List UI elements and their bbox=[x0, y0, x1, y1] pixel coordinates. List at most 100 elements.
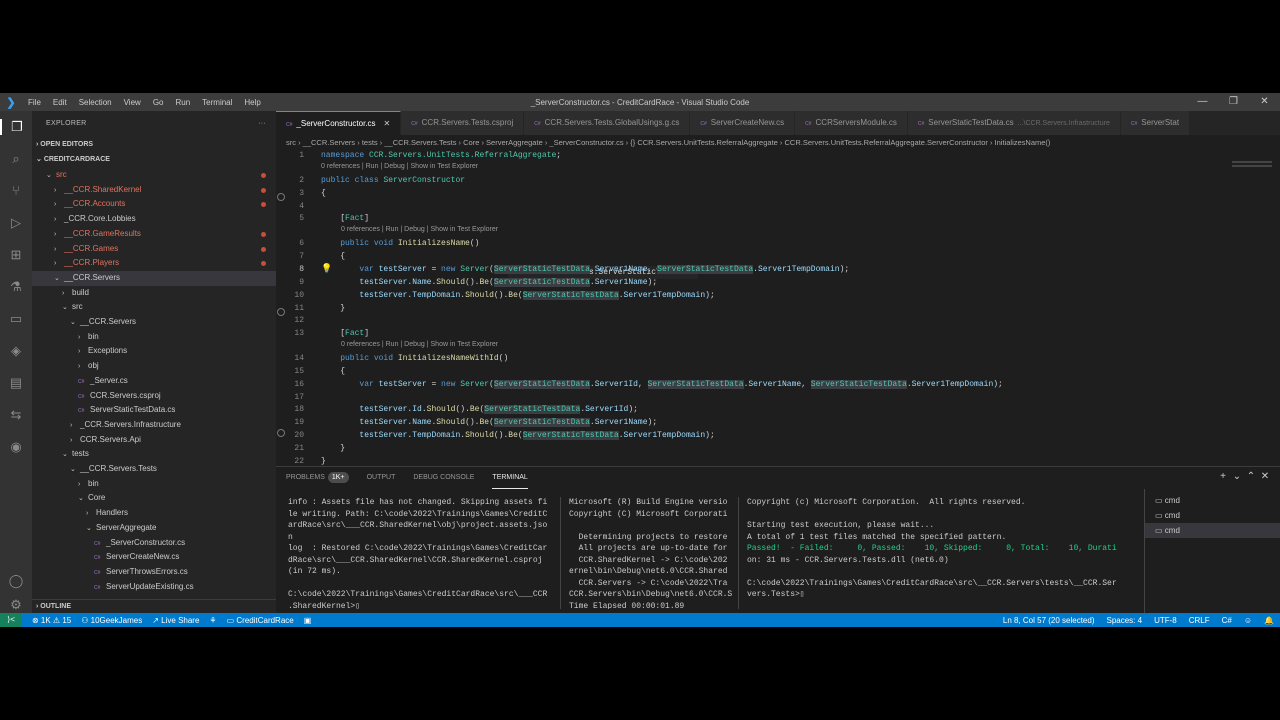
run-debug-icon[interactable]: ▷ bbox=[0, 215, 32, 231]
git-status-icon[interactable]: ⚘ bbox=[209, 616, 216, 625]
folder-item[interactable]: ⌄ ServerAggregate bbox=[32, 521, 276, 536]
explorer-icon[interactable]: ❐ bbox=[0, 119, 32, 135]
cursor-position[interactable]: Ln 8, Col 57 (20 selected) bbox=[1003, 616, 1095, 625]
folder-item[interactable]: › __CCR.SharedKernel bbox=[32, 183, 276, 198]
folder-item[interactable]: › _CCR.Servers.Infrastructure bbox=[32, 418, 276, 433]
tab-problems[interactable]: PROBLEMS 1K+ bbox=[286, 467, 349, 489]
feedback-icon[interactable]: ☺ bbox=[1244, 616, 1252, 625]
file-item[interactable]: C# _Server.cs bbox=[32, 374, 276, 389]
testing-icon[interactable]: ⚗ bbox=[0, 279, 32, 295]
encoding[interactable]: UTF-8 bbox=[1154, 616, 1177, 625]
folder-item[interactable]: ⌄ src bbox=[32, 168, 276, 183]
settings-gear-icon[interactable]: ⚙ bbox=[0, 597, 32, 613]
folder-item[interactable]: › Exceptions bbox=[32, 344, 276, 359]
file-item[interactable]: C# ServerThrowsErrors.cs bbox=[32, 565, 276, 580]
folder-item[interactable]: › Handlers bbox=[32, 506, 276, 521]
github-icon[interactable]: ◉ bbox=[0, 439, 32, 455]
search-icon[interactable]: ⌕ bbox=[0, 151, 32, 167]
indentation[interactable]: Spaces: 4 bbox=[1106, 616, 1142, 625]
codelens[interactable]: 0 references | Run | Debug | Show in Tes… bbox=[341, 341, 498, 348]
terminal-instance[interactable]: ▭ cmd bbox=[1145, 523, 1280, 538]
account-status[interactable]: ⚇ 10GeekJames bbox=[81, 616, 142, 625]
database-icon[interactable]: ▤ bbox=[0, 375, 32, 391]
file-item[interactable]: C# ServerCreateNew.cs bbox=[32, 550, 276, 565]
codelens[interactable]: 0 references | Run | Debug | Show in Tes… bbox=[321, 163, 478, 170]
live-share-status[interactable]: ↗ Live Share bbox=[152, 616, 199, 625]
close-window-button[interactable]: ✕ bbox=[1249, 93, 1280, 111]
terminal-status-icon[interactable]: ▣ bbox=[304, 616, 312, 625]
maximize-panel-button[interactable]: ⌃ bbox=[1244, 471, 1258, 482]
test-status-icon[interactable] bbox=[277, 308, 285, 316]
outline-section[interactable]: › OUTLINE bbox=[32, 599, 276, 613]
folder-item[interactable]: ⌄ __CCR.Servers bbox=[32, 315, 276, 330]
editor-tab[interactable]: C# CCR.Servers.Tests.csproj bbox=[401, 111, 525, 135]
code-view[interactable]: 1 2 3 4 5 6 7 8 9 10 11 12 13 14 15 16 17 18 19 20 21 22 name… bbox=[276, 151, 1280, 466]
restore-button[interactable]: ❐ bbox=[1218, 93, 1249, 111]
problems-status[interactable]: ⊗ 1K ⚠ 15 bbox=[32, 616, 71, 625]
folder-item[interactable]: ⌄ __CCR.Servers bbox=[32, 270, 276, 286]
test-status-icon[interactable] bbox=[277, 193, 285, 201]
menu-selection[interactable]: Selection bbox=[73, 98, 118, 107]
tab-terminal[interactable]: TERMINAL bbox=[492, 467, 528, 489]
terminal-pane-2[interactable]: Microsoft (R) Build Engine versio Copyri… bbox=[560, 497, 732, 609]
close-panel-button[interactable]: ✕ bbox=[1258, 471, 1272, 482]
close-tab-icon[interactable]: ✕ bbox=[384, 119, 391, 128]
terminal-pane-3[interactable]: Copyright (c) Microsoft Corporation. All… bbox=[738, 497, 1138, 609]
folder-item[interactable]: ⌄ src bbox=[32, 300, 276, 315]
editor-tab[interactable]: C# ServerCreateNew.cs bbox=[690, 111, 796, 135]
docker-icon[interactable]: ◈ bbox=[0, 343, 32, 359]
editor-tab[interactable]: C# ServerStat bbox=[1120, 111, 1191, 135]
notifications-icon[interactable]: 🔔 bbox=[1264, 616, 1274, 625]
editor-tab[interactable]: C# _ServerConstructor.cs ✕ bbox=[276, 111, 402, 135]
terminal-pane-1[interactable]: info : Assets file has not changed. Skip… bbox=[280, 497, 556, 609]
file-item[interactable]: C# _ServerConstructor.cs bbox=[32, 536, 276, 551]
codelens[interactable]: 0 references | Run | Debug | Show in Tes… bbox=[341, 226, 498, 233]
menu-help[interactable]: Help bbox=[238, 98, 266, 107]
tab-output[interactable]: OUTPUT bbox=[367, 467, 396, 489]
project-status[interactable]: ▭ CreditCardRace bbox=[227, 616, 294, 625]
menu-run[interactable]: Run bbox=[169, 98, 196, 107]
language-mode[interactable]: C# bbox=[1222, 616, 1232, 625]
remote-indicator[interactable]: ⟩< bbox=[0, 613, 22, 627]
open-editors-section[interactable]: › OPEN EDITORS bbox=[32, 137, 276, 152]
file-item[interactable]: C# CCR.Servers.csproj bbox=[32, 389, 276, 404]
menu-file[interactable]: File bbox=[22, 98, 47, 107]
folder-item[interactable]: › __CCR.GameResults bbox=[32, 227, 276, 242]
new-terminal-button[interactable]: + bbox=[1216, 471, 1230, 482]
workspace-section[interactable]: ⌄ CREDITCARDRACE bbox=[32, 152, 276, 167]
menu-go[interactable]: Go bbox=[147, 98, 170, 107]
folder-item[interactable]: ⌄ __CCR.Servers.Tests bbox=[32, 462, 276, 477]
menu-edit[interactable]: Edit bbox=[47, 98, 73, 107]
editor-tab[interactable]: C# CCRServersModule.cs bbox=[795, 111, 908, 135]
editor-tab[interactable]: C# CCR.Servers.Tests.GlobalUsings.g.cs bbox=[524, 111, 691, 135]
folder-item[interactable]: › __CCR.Players bbox=[32, 256, 276, 271]
folder-item[interactable]: › obj bbox=[32, 359, 276, 374]
source-control-icon[interactable]: ⑂ bbox=[0, 183, 32, 198]
extensions-icon[interactable]: ⊞ bbox=[0, 247, 32, 263]
file-item[interactable]: C# ServerStaticTestData.cs bbox=[32, 403, 276, 418]
folder-item[interactable]: › build bbox=[32, 286, 276, 301]
editor-tab[interactable]: C# ServerStaticTestData.cs ...\CCR.Servers… bbox=[907, 111, 1121, 135]
folder-item[interactable]: › __CCR.Games bbox=[32, 242, 276, 257]
folder-item[interactable]: › __CCR.Accounts bbox=[32, 197, 276, 212]
breadcrumb[interactable]: src › __CCR.Servers › tests › __CCR.Serv… bbox=[276, 135, 1280, 151]
tab-debug-console[interactable]: DEBUG CONSOLE bbox=[413, 467, 474, 489]
menu-terminal[interactable]: Terminal bbox=[196, 98, 238, 107]
line-ending[interactable]: CRLF bbox=[1189, 616, 1210, 625]
test-status-icon[interactable] bbox=[277, 429, 285, 437]
minimize-button[interactable]: — bbox=[1187, 93, 1218, 111]
menu-view[interactable]: View bbox=[118, 98, 147, 107]
remote-explorer-icon[interactable]: ▭ bbox=[0, 311, 32, 327]
more-actions-icon[interactable]: ··· bbox=[258, 111, 266, 137]
terminal-instance[interactable]: ▭ cmd bbox=[1145, 493, 1280, 508]
folder-item[interactable]: ⌄ Core bbox=[32, 491, 276, 506]
folder-item[interactable]: ⌄ tests bbox=[32, 447, 276, 462]
folder-item[interactable]: › CCR.Servers.Api bbox=[32, 433, 276, 448]
folder-item[interactable]: › bin bbox=[32, 330, 276, 345]
folder-item[interactable]: › _CCR.Core.Lobbies bbox=[32, 212, 276, 227]
account-icon[interactable]: ◯ bbox=[0, 573, 32, 589]
folder-item[interactable]: › bin bbox=[32, 477, 276, 492]
terminal-instance[interactable]: ▭ cmd bbox=[1145, 508, 1280, 523]
terminal-dropdown-button[interactable]: ⌄ bbox=[1230, 471, 1244, 482]
live-share-icon[interactable]: ⇆ bbox=[0, 407, 32, 423]
